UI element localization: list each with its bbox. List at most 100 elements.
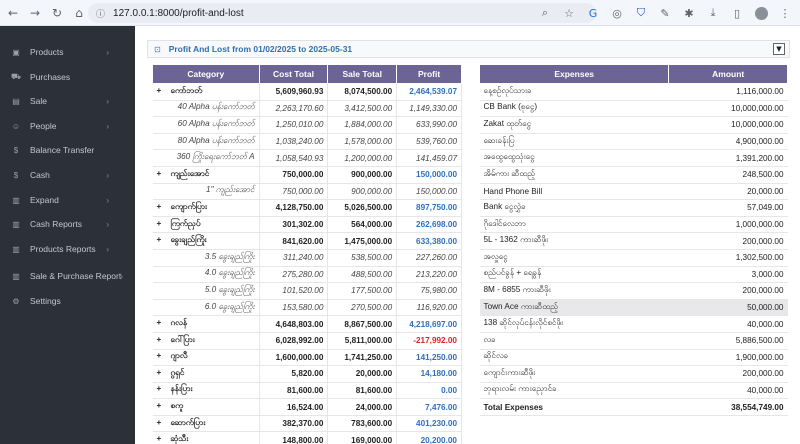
table-row: 80 Alpha ပန်းကော်ဘတ် 1,038,240.00 1,578,00…	[152, 133, 462, 151]
profit-cell: 213,220.00	[396, 266, 462, 284]
expand-icon[interactable]: +	[157, 219, 167, 228]
profit-cell: 897,750.00	[396, 199, 462, 217]
site-info-icon[interactable]: ⓘ	[96, 7, 105, 20]
table-row: 3.5 ခွေးချည်ကြိုး 311,240.00 538,500.00 227…	[152, 249, 462, 267]
chart-icon: ▥	[12, 195, 20, 205]
sidebar-item-expand[interactable]: ▥ Expand ›	[0, 190, 135, 210]
expand-icon[interactable]: +	[157, 384, 167, 393]
column-header-sale-total[interactable]: Sale Total	[327, 64, 398, 84]
shield-icon[interactable]: ⛉	[632, 4, 650, 22]
sidebar-item-cash-reports[interactable]: ▥ Cash Reports ›	[0, 214, 135, 234]
chevron-right-icon: ›	[106, 121, 109, 131]
category-label: နန်းပြား	[170, 384, 193, 394]
profit-cell: 150,000.00	[396, 166, 462, 184]
sidebar-item-sale[interactable]: ▤ Sale ›	[0, 91, 135, 111]
category-cell: + ဆောက်ပြား	[152, 415, 260, 433]
sidebar-item-label: Purchases	[30, 72, 71, 82]
expand-icon[interactable]: +	[157, 401, 167, 410]
column-header-profit[interactable]: Profit	[396, 64, 462, 84]
download-icon[interactable]: ⤓	[704, 4, 722, 22]
category-label: ဂျာလီ	[170, 351, 188, 361]
reload-icon[interactable]: ↻	[48, 4, 66, 22]
expand-icon[interactable]: +	[157, 235, 167, 244]
category-label: 80 Alpha ပန်းကော်ဘတ်	[177, 135, 255, 145]
profit-cell: 0.00	[396, 382, 462, 400]
cost-total-cell: 750,000.00	[259, 166, 329, 184]
dollar-icon: $	[13, 145, 19, 155]
sale-total-cell: 564,000.00	[327, 216, 398, 234]
category-cell: 6.0 ခွေးချည်ကြိုး	[152, 299, 260, 317]
table-row: အထွေထွေသုံးငွေ 1,391,200.00	[479, 149, 788, 167]
profit-cell: -217,992.00	[396, 332, 462, 350]
expense-name-cell: စည်ပင်ခွန် + ရေခွန်	[479, 266, 669, 284]
sale-total-cell: 1,475,000.00	[327, 232, 398, 250]
sidebar-item-people[interactable]: ☺ People ›	[0, 116, 135, 136]
category-label: 1" ကျည်းအောင်	[206, 185, 255, 195]
expand-icon[interactable]: +	[157, 169, 167, 178]
table-row: + ဂေါ်ပြား 6,028,992.00 5,811,000.00 -217,99…	[152, 332, 462, 350]
profit-cell: 20,200.00	[396, 431, 462, 444]
category-label: ဆောက်ပြား	[170, 417, 206, 427]
sale-total-cell: 1,741,250.00	[327, 349, 398, 367]
category-label: ကျည်းအောင်	[170, 168, 210, 178]
toggle-icon[interactable]: ⊡	[154, 45, 161, 54]
expand-icon[interactable]: +	[157, 335, 167, 344]
puzzle-icon[interactable]: ✱	[680, 4, 698, 22]
address-bar[interactable]: ⓘ 127.0.0.1:8000/profit-and-lost	[88, 3, 596, 23]
back-icon[interactable]: ←	[4, 4, 22, 22]
expense-amount-cell: 10,000,000.00	[668, 116, 788, 134]
category-cell: 5.0 ခွေးချည်ကြိုး	[152, 282, 260, 300]
sidebar-item-balance-transfer[interactable]: $ Balance Transfer	[0, 140, 135, 160]
category-label: ကြက်ညှပ်	[170, 218, 201, 228]
category-label: ဂွရှင်	[170, 367, 185, 377]
profit-cell: 2,464,539.07	[396, 83, 462, 101]
sidebar-item-cash[interactable]: $ Cash ›	[0, 165, 135, 185]
category-label: 360 ကြိုးရေးကော်ဘတ် A	[176, 152, 255, 162]
column-header-cost-total[interactable]: Cost Total	[258, 64, 329, 84]
extension-icon[interactable]: ◎	[608, 4, 626, 22]
chart-icon: ▥	[12, 244, 20, 254]
table-row: 4.0 ခွေးချည်ကြိုး 275,280.00 488,500.00 213…	[152, 266, 462, 284]
avatar[interactable]	[752, 4, 770, 22]
sidebar-item-products[interactable]: ▣ Products ›	[0, 42, 135, 62]
forward-icon[interactable]: →	[26, 4, 44, 22]
expand-icon[interactable]: +	[157, 368, 167, 377]
sidepanel-icon[interactable]: ▯	[728, 4, 746, 22]
sidebar-item-settings[interactable]: ⚙ Settings	[0, 291, 135, 311]
expand-icon[interactable]: +	[157, 418, 167, 427]
category-cell: + နန်းပြား	[152, 382, 260, 400]
expense-name-cell: အထွေထွေသုံးငွေ	[479, 149, 669, 167]
category-cell: 80 Alpha ပန်းကော်ဘတ်	[152, 133, 260, 151]
cart-icon: ⛟	[10, 72, 22, 81]
cost-total-cell: 1,250,010.00	[259, 116, 329, 134]
column-header-expenses[interactable]: Expenses	[478, 64, 670, 84]
column-header-amount[interactable]: Amount	[668, 64, 788, 84]
expand-icon[interactable]: +	[157, 86, 167, 95]
home-icon[interactable]: ⌂	[70, 4, 88, 22]
expand-icon[interactable]: +	[157, 434, 167, 443]
sidebar-item-label: Cash Reports	[30, 219, 82, 229]
sale-total-cell: 8,074,500.00	[327, 83, 398, 101]
profit-cell: 75,980.00	[396, 282, 462, 300]
expand-icon[interactable]: +	[157, 318, 167, 327]
table-row: ဆေးခန်းပြ 4,900,000.00	[479, 133, 788, 151]
table-row: + ကော်ဘတ် 5,609,960.93 8,074,500.00 2,464,53…	[152, 83, 462, 101]
sidebar-item-label: Sale	[30, 96, 48, 106]
profit-cell: 539,760.00	[396, 133, 462, 151]
expand-icon[interactable]: +	[157, 351, 167, 360]
sidebar-item-label: People	[30, 121, 57, 131]
pen-icon[interactable]: ✎	[656, 4, 674, 22]
zoom-icon[interactable]: ⌕	[536, 4, 554, 22]
sidebar-item-sale-purchase-report[interactable]: ▥ Sale & Purchase Report ›	[0, 266, 135, 286]
sidebar-item-purchases[interactable]: ⛟ Purchases	[0, 67, 135, 87]
category-label: 6.0 ခွေးချည်ကြိုး	[204, 301, 255, 311]
expand-icon[interactable]: +	[157, 202, 167, 211]
bookmark-star-icon[interactable]: ☆	[560, 4, 578, 22]
column-header-category[interactable]: Category	[152, 64, 260, 84]
menu-icon[interactable]: ⋮	[776, 4, 794, 22]
sidebar-item-products-reports[interactable]: ▥ Products Reports ›	[0, 239, 135, 259]
cost-total-cell: 16,524.00	[259, 398, 329, 416]
chevron-down-icon[interactable]: ▼	[773, 43, 785, 55]
translate-icon[interactable]: G	[584, 4, 602, 22]
category-label: ဂေါ်ပြား	[170, 334, 195, 344]
